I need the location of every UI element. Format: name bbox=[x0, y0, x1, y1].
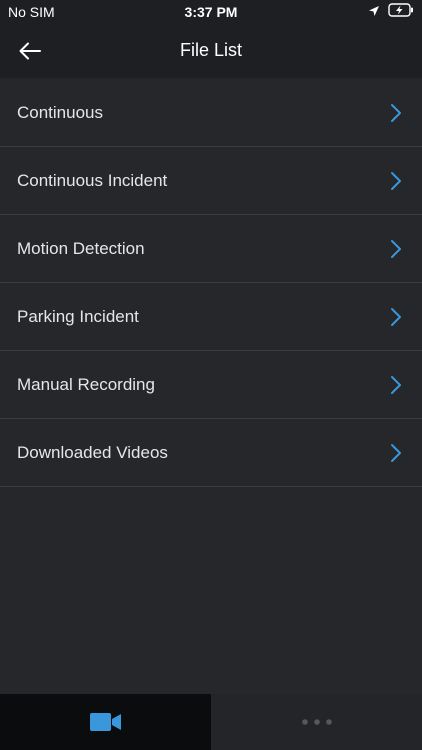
chevron-right-icon bbox=[391, 172, 401, 190]
list-item-label: Downloaded Videos bbox=[17, 443, 168, 462]
tab-more[interactable] bbox=[211, 694, 422, 750]
page-title: File List bbox=[179, 40, 242, 60]
list-item-label: Parking Incident bbox=[17, 307, 139, 326]
file-category-list: Continuous Continuous Incident Motion De… bbox=[0, 79, 422, 487]
list-item-motion-detection[interactable]: Motion Detection bbox=[0, 215, 422, 283]
list-item-downloaded-videos[interactable]: Downloaded Videos bbox=[0, 419, 422, 487]
list-item-continuous[interactable]: Continuous bbox=[0, 79, 422, 147]
battery-charging-icon bbox=[388, 3, 414, 20]
more-dots-icon bbox=[301, 719, 332, 725]
chevron-right-icon bbox=[391, 308, 401, 326]
chevron-right-icon bbox=[391, 104, 401, 122]
list-item-label: Motion Detection bbox=[17, 239, 145, 258]
nav-bar: File List bbox=[0, 24, 422, 78]
tab-bar bbox=[0, 694, 422, 750]
chevron-right-icon bbox=[391, 444, 401, 462]
list-item-parking-incident[interactable]: Parking Incident bbox=[0, 283, 422, 351]
chevron-right-icon bbox=[391, 240, 401, 258]
status-time: 3:37 PM bbox=[184, 4, 238, 20]
video-camera-icon bbox=[89, 713, 121, 731]
chevron-right-icon bbox=[391, 376, 401, 394]
list-item-label: Continuous Incident bbox=[17, 171, 168, 190]
location-arrow-icon bbox=[368, 4, 380, 20]
list-item-label: Manual Recording bbox=[17, 375, 155, 394]
status-bar: No SIM 3:37 PM bbox=[0, 0, 422, 24]
status-icons bbox=[368, 3, 414, 20]
list-item-label: Continuous bbox=[17, 103, 104, 122]
tab-camera[interactable] bbox=[0, 694, 211, 750]
list-item-continuous-incident[interactable]: Continuous Incident bbox=[0, 147, 422, 215]
list-item-manual-recording[interactable]: Manual Recording bbox=[0, 351, 422, 419]
